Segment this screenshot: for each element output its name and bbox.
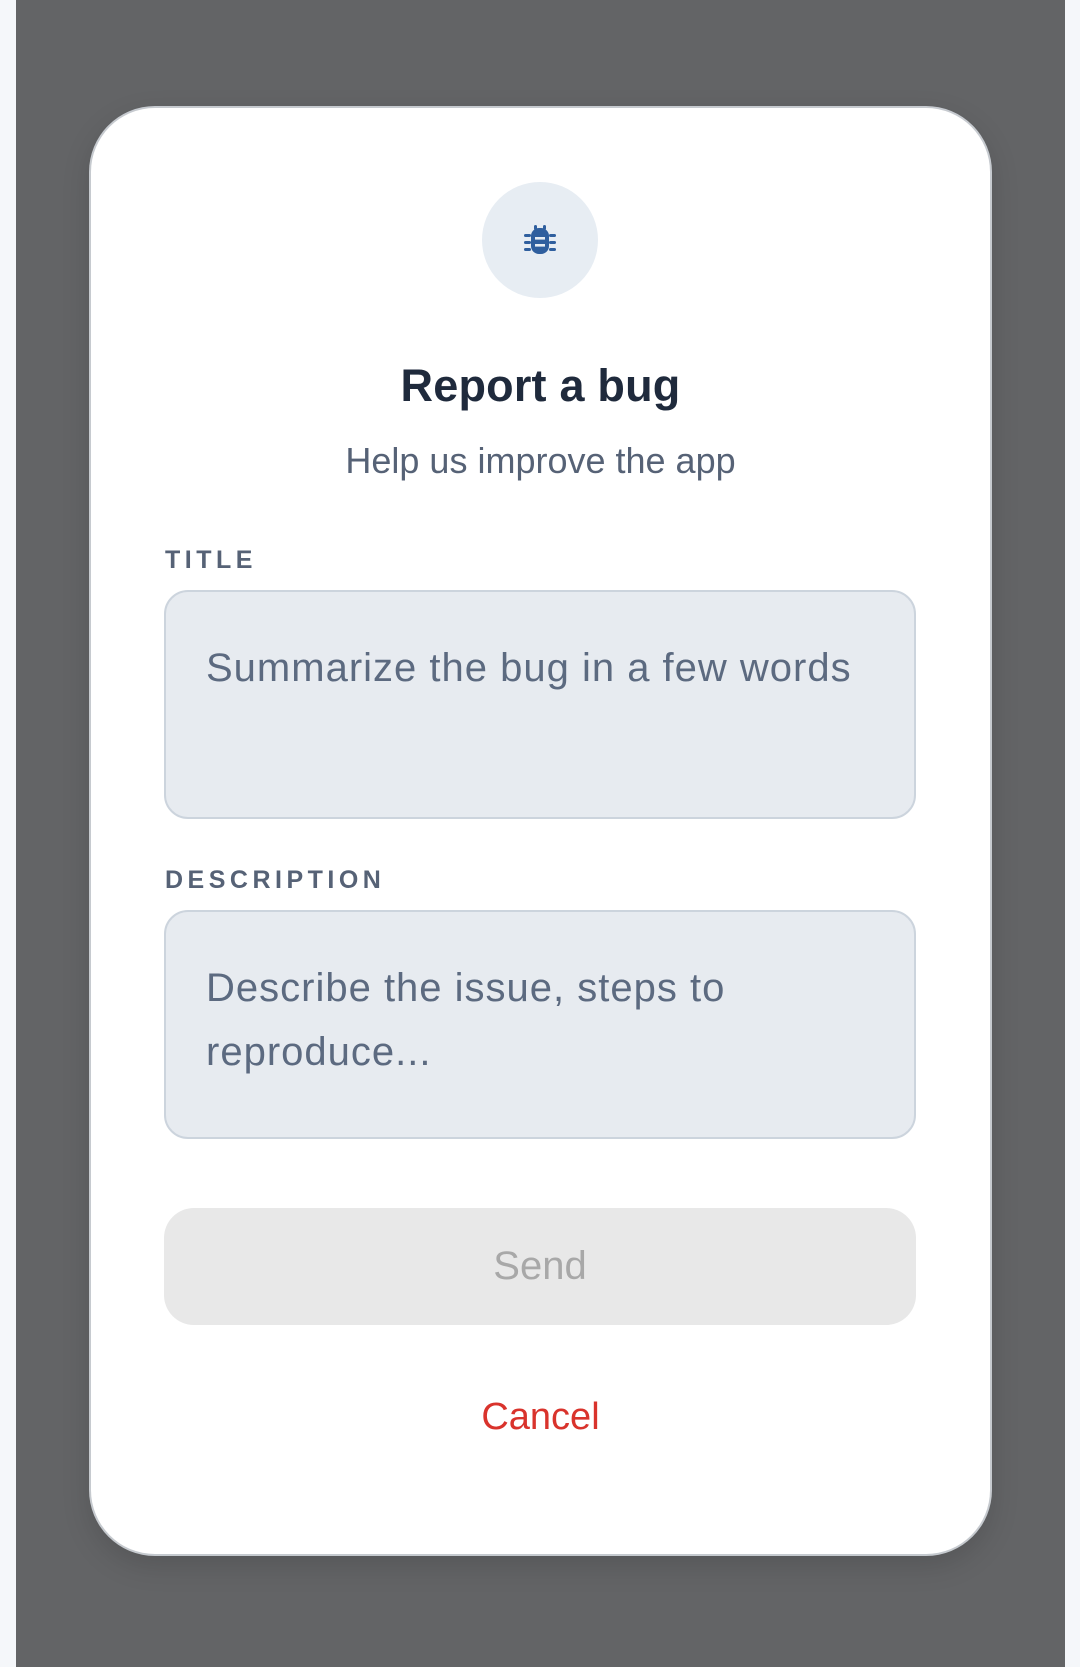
report-bug-dialog: Report a bug Help us improve the app TIT… bbox=[91, 108, 990, 1554]
title-input[interactable]: Summarize the bug in a few words bbox=[164, 590, 916, 819]
bug-icon-badge bbox=[482, 182, 598, 298]
dialog-title: Report a bug bbox=[400, 360, 681, 411]
bug-icon bbox=[524, 225, 556, 254]
cancel-button[interactable]: Cancel bbox=[91, 1396, 990, 1439]
description-field-label: DESCRIPTION bbox=[165, 866, 386, 894]
title-field-label: TITLE bbox=[165, 546, 257, 574]
dialog-subtitle: Help us improve the app bbox=[345, 440, 736, 481]
description-input[interactable]: Describe the issue, steps to reproduce..… bbox=[164, 910, 916, 1139]
send-button[interactable]: Send bbox=[164, 1208, 916, 1325]
